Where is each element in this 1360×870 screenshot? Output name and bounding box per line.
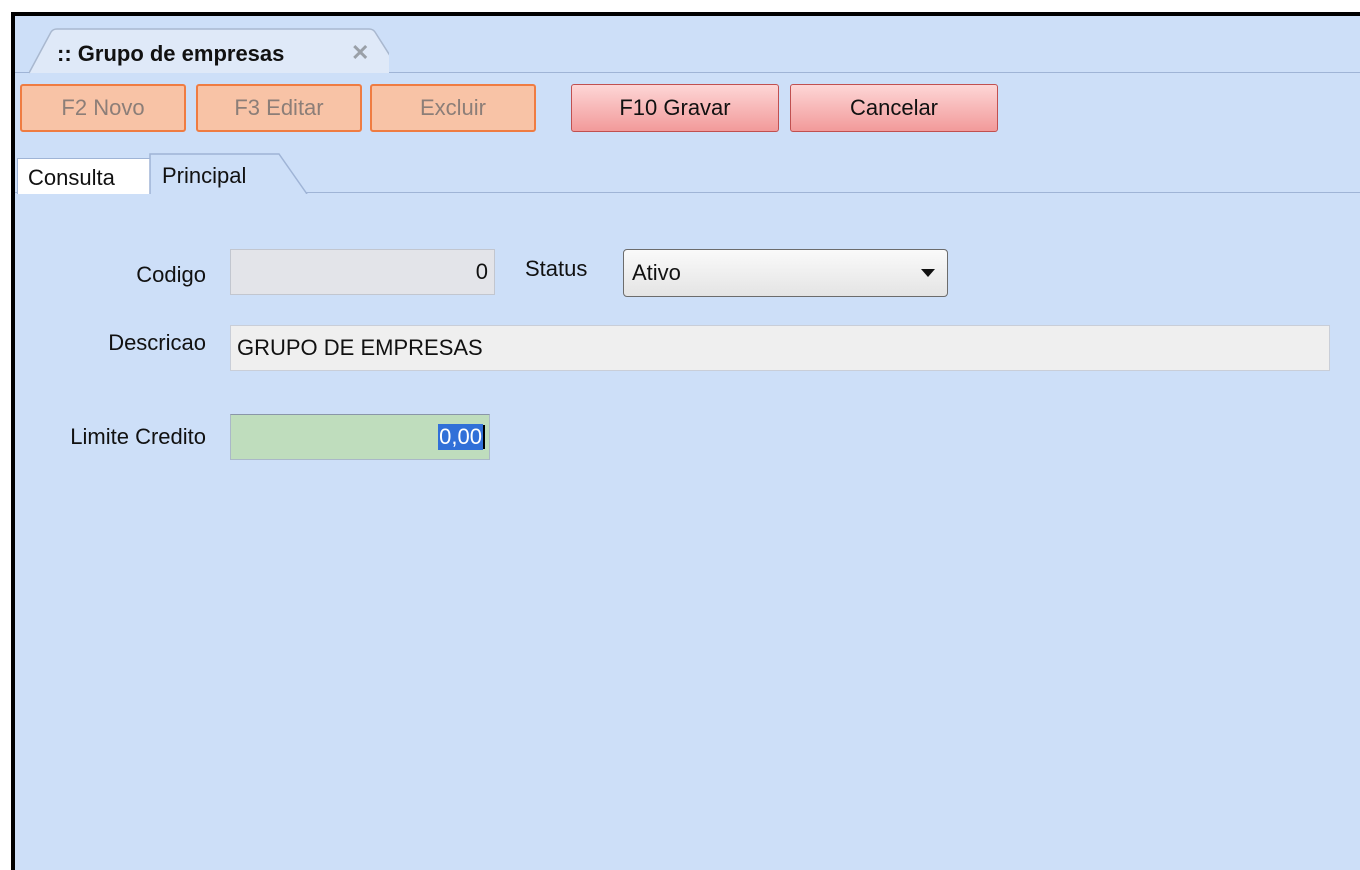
codigo-value: 0: [475, 259, 488, 284]
status-selected-value: Ativo: [632, 260, 681, 285]
document-tab-title: :: Grupo de empresas: [57, 41, 285, 66]
toolbar: F2 Novo F3 Editar Excluir F10 Gravar Can…: [15, 74, 1360, 144]
descricao-label: Descricao: [108, 330, 206, 355]
descricao-value: GRUPO DE EMPRESAS: [237, 335, 483, 360]
close-icon[interactable]: ✕: [351, 40, 369, 66]
excluir-button[interactable]: Excluir: [370, 84, 536, 132]
main-window: :: Grupo de empresas ✕ F2 Novo F3 Editar…: [11, 12, 1360, 870]
limite-credito-value: 0,00: [438, 424, 483, 450]
text-caret: [483, 425, 485, 449]
codigo-label: Codigo: [136, 262, 206, 287]
status-select[interactable]: Ativo: [623, 249, 948, 297]
limite-credito-label: Limite Credito: [70, 424, 206, 449]
status-label: Status: [525, 256, 588, 281]
document-tab-grupo-de-empresas[interactable]: :: Grupo de empresas ✕: [29, 28, 389, 74]
tab-consulta[interactable]: Consulta: [17, 158, 153, 194]
tab-principal-label: Principal: [162, 163, 247, 188]
chevron-down-icon[interactable]: [921, 269, 935, 277]
editar-button[interactable]: F3 Editar: [196, 84, 362, 132]
descricao-field[interactable]: GRUPO DE EMPRESAS: [230, 325, 1330, 371]
gravar-button[interactable]: F10 Gravar: [571, 84, 779, 132]
document-tab-strip: :: Grupo de empresas ✕: [15, 16, 1360, 74]
cancelar-button[interactable]: Cancelar: [790, 84, 998, 132]
page-tabs: Consulta Principal: [15, 150, 1360, 194]
novo-button[interactable]: F2 Novo: [20, 84, 186, 132]
codigo-field[interactable]: 0: [230, 249, 495, 295]
tab-principal[interactable]: Principal: [149, 152, 309, 194]
limite-credito-field[interactable]: 0,00: [230, 414, 490, 460]
